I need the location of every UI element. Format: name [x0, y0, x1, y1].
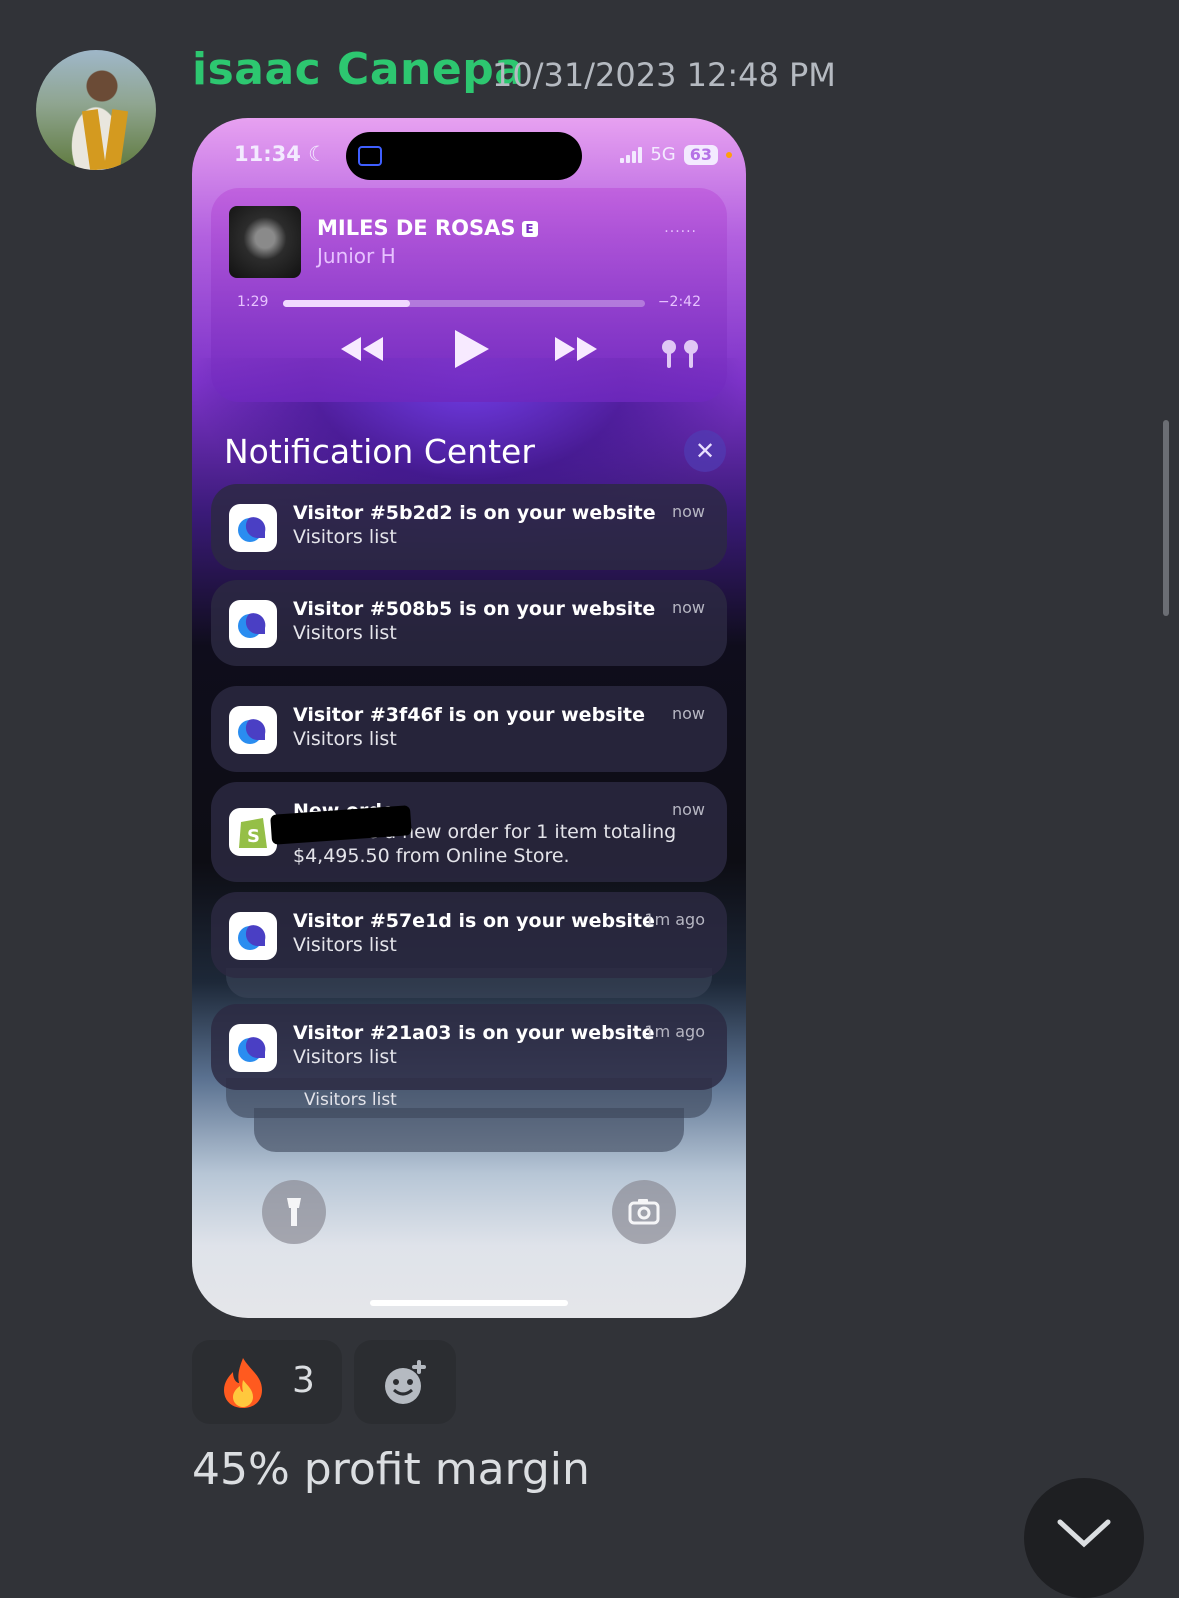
- status-time: 11:34 ☾: [234, 142, 327, 166]
- notification-time: now: [671, 704, 705, 723]
- chat-app-icon: [229, 1024, 277, 1072]
- now-playing-widget[interactable]: MILES DE ROSAS E Junior H ······ 1:29 −2:…: [211, 188, 727, 402]
- signal-icon: [620, 146, 643, 163]
- notification-subtitle: Visitors list: [293, 728, 397, 750]
- notification-title: Visitor #508b5 is on your website: [293, 598, 656, 620]
- reaction-fire[interactable]: 3: [192, 1340, 342, 1424]
- notification-time: 1m ago: [644, 1022, 705, 1041]
- progress-fill: [283, 300, 410, 307]
- camera-icon: [628, 1199, 660, 1225]
- fire-icon: [224, 1358, 262, 1408]
- play-icon[interactable]: [451, 328, 491, 370]
- author-name[interactable]: isaac Canepa: [192, 44, 524, 95]
- album-art: [229, 206, 301, 278]
- avatar-sash: [103, 109, 129, 170]
- notification-center-title: Notification Center: [224, 432, 535, 471]
- order-notification[interactable]: S New order You have a new order for 1 i…: [211, 782, 727, 882]
- progress-bar[interactable]: [283, 300, 645, 307]
- svg-text:S: S: [247, 826, 260, 847]
- notification-time: 1m ago: [644, 910, 705, 929]
- network-label: 5G: [650, 144, 676, 165]
- chat-app-icon: [229, 600, 277, 648]
- close-icon[interactable]: ✕: [684, 430, 726, 472]
- flashlight-icon: [287, 1198, 301, 1226]
- notification-item[interactable]: Visitor #57e1d is on your website Visito…: [211, 892, 727, 978]
- notification-subtitle: Visitors list: [293, 1046, 397, 1068]
- notification-time: now: [671, 502, 705, 521]
- flashlight-button[interactable]: [262, 1180, 326, 1244]
- remaining-time: −2:42: [657, 294, 701, 310]
- message-text: 45% profit margin: [192, 1444, 590, 1495]
- notification-title: Visitor #3f46f is on your website: [293, 704, 645, 726]
- waveform-icon: ······: [664, 224, 697, 240]
- notification-item[interactable]: Visitor #21a03 is on your website Visito…: [211, 1004, 727, 1090]
- status-indicators: 5G 63: [620, 144, 732, 165]
- notification-title: Visitor #21a03 is on your website: [293, 1022, 655, 1044]
- home-indicator: [370, 1300, 568, 1306]
- notification-title: Visitor #57e1d is on your website: [293, 910, 655, 932]
- fast-forward-icon[interactable]: [553, 334, 599, 364]
- privacy-dot: [726, 151, 732, 158]
- notification-subtitle: Visitors list: [293, 934, 397, 956]
- notification-item[interactable]: Visitor #3f46f is on your website Visito…: [211, 686, 727, 772]
- avatar-sash: [81, 109, 107, 170]
- notification-item[interactable]: Visitor #508b5 is on your website Visito…: [211, 580, 727, 666]
- add-reaction-icon: [385, 1360, 426, 1404]
- reaction-count: 3: [292, 1360, 315, 1401]
- message-timestamp: 10/31/2023 12:48 PM: [492, 56, 836, 94]
- battery-icon: 63: [683, 144, 718, 165]
- screen-mirror-icon: [358, 146, 382, 166]
- camera-button[interactable]: [612, 1180, 676, 1244]
- song-title: MILES DE ROSAS E: [317, 216, 538, 240]
- jump-down-button[interactable]: [1024, 1478, 1144, 1598]
- chevron-down-icon: [1057, 1519, 1111, 1548]
- artist-name: Junior H: [317, 244, 396, 268]
- notification-time: now: [671, 598, 705, 617]
- notification-title: Visitor #5b2d2 is on your website: [293, 502, 656, 524]
- attached-screenshot[interactable]: 11:34 ☾ 5G 63 MILES DE ROSAS E Junior H ·…: [192, 118, 746, 1318]
- notification-item[interactable]: Visitor #5b2d2 is on your website Visito…: [211, 484, 727, 570]
- chat-app-icon: [229, 706, 277, 754]
- avatar[interactable]: [36, 50, 156, 170]
- elapsed-time: 1:29: [237, 294, 269, 310]
- shopify-icon: S: [229, 808, 277, 856]
- moon-icon: ☾: [308, 142, 327, 166]
- notification-subtitle: Visitors list: [293, 526, 397, 548]
- airpods-icon[interactable]: [657, 338, 703, 370]
- chat-app-icon: [229, 912, 277, 960]
- notification-subtitle: Visitors list: [293, 622, 397, 644]
- explicit-badge: E: [521, 221, 538, 237]
- add-reaction-button[interactable]: [354, 1340, 456, 1424]
- chat-app-icon: [229, 504, 277, 552]
- stacked-subtitle: Visitors list: [304, 1090, 397, 1110]
- notification-time: now: [671, 800, 705, 819]
- rewind-icon[interactable]: [339, 334, 385, 364]
- scrollbar[interactable]: [1163, 420, 1169, 616]
- dynamic-island: [346, 132, 582, 180]
